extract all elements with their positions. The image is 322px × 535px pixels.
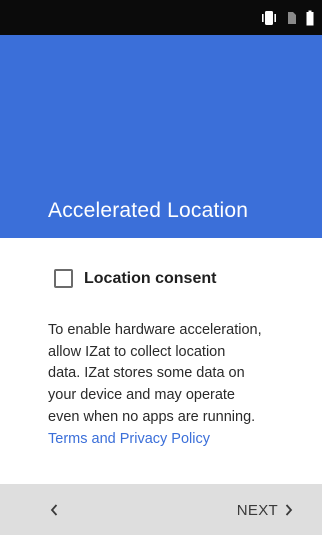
description-text: To enable hardware acceleration, allow I…	[48, 320, 298, 450]
chevron-left-icon	[50, 504, 58, 516]
description-line: even when no apps are running.	[48, 408, 256, 425]
location-consent-label[interactable]: Location consent	[84, 270, 216, 288]
vibrate-icon	[262, 11, 276, 25]
description-line: data. IZat stores some data on	[48, 365, 245, 382]
status-bar	[0, 0, 322, 35]
next-button[interactable]: NEXT	[237, 497, 294, 523]
terms-privacy-link[interactable]: Terms and Privacy Policy	[48, 429, 298, 451]
next-button-label: NEXT	[236, 501, 278, 519]
no-sim-icon	[288, 12, 296, 24]
content-area: Location consent To enable hardware acce…	[0, 238, 322, 513]
status-icons	[260, 8, 314, 28]
description-line: To enable hardware acceleration,	[48, 322, 262, 338]
bottom-navigation-bar: NEXT	[0, 484, 322, 535]
back-button[interactable]	[42, 498, 66, 522]
header: Accelerated Location	[0, 35, 322, 238]
screen: Accelerated Location Location consent To…	[0, 0, 322, 535]
description-line: your device and may operate	[48, 387, 235, 404]
page-title: Accelerated Location	[48, 199, 249, 222]
description-line: allow IZat to collect location	[48, 343, 226, 360]
location-consent-checkbox-row[interactable]: Location consent	[54, 269, 216, 288]
battery-icon	[306, 10, 314, 26]
chevron-right-icon	[285, 504, 293, 516]
location-consent-checkbox[interactable]	[54, 269, 73, 288]
